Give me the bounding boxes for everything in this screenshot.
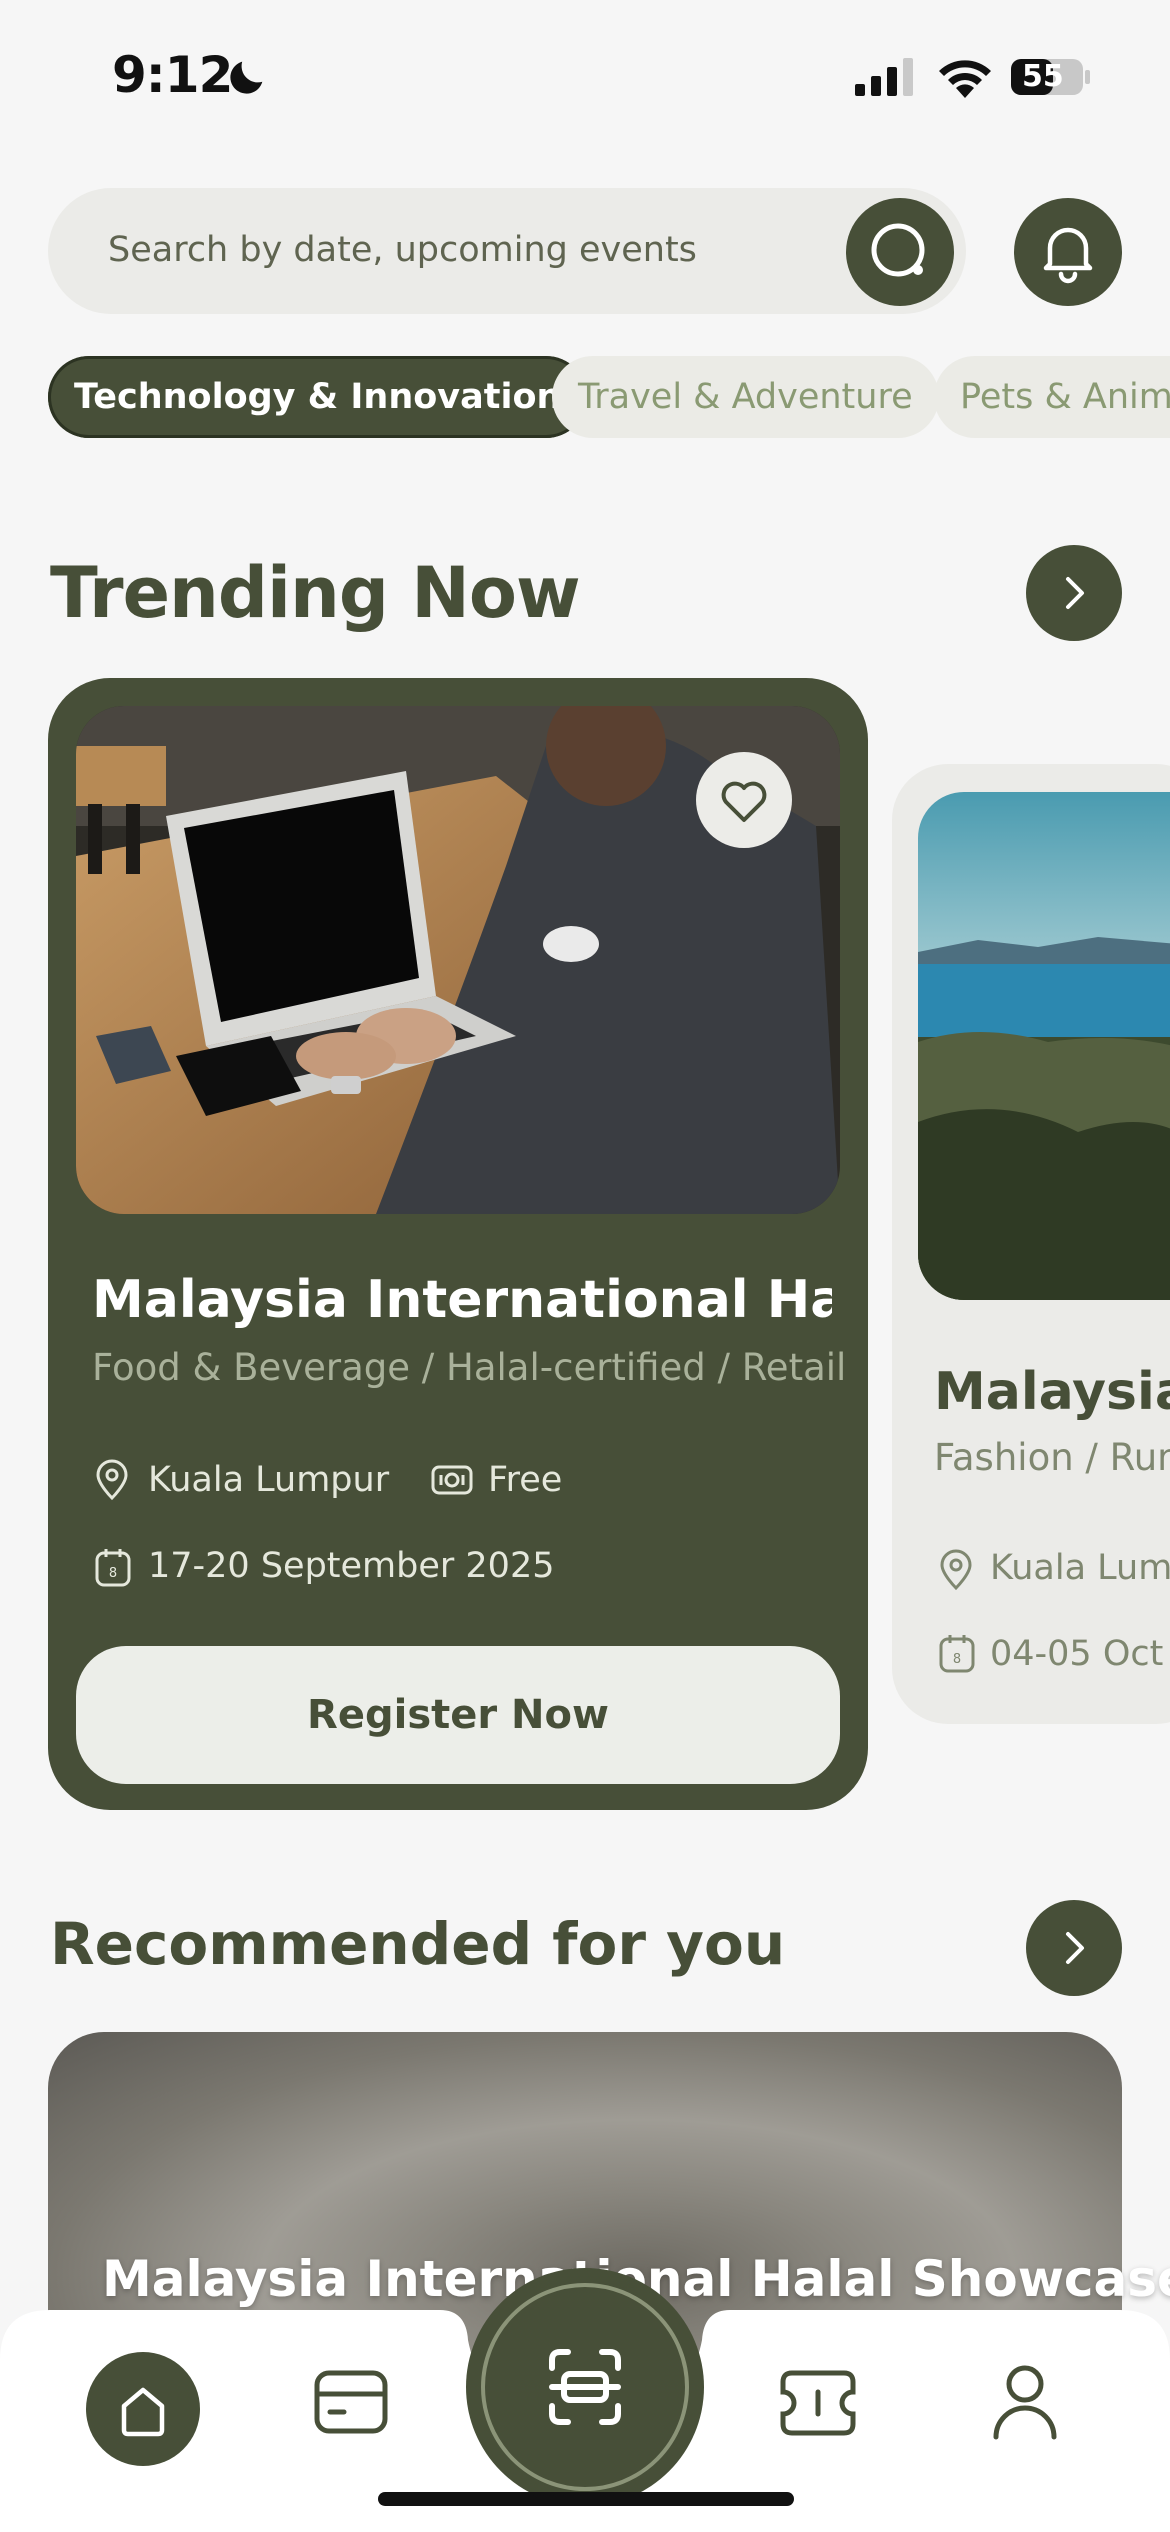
svg-text:8: 8 (109, 1566, 117, 1581)
calendar-icon: 8 (939, 1635, 975, 1673)
event-location: Kuala Lum (990, 1548, 1170, 1588)
moon-icon (230, 61, 263, 94)
event-image[interactable] (918, 792, 1170, 1300)
location-pin-icon (96, 1459, 128, 1501)
landscape-photo (918, 792, 1170, 1300)
calendar-icon: 8 (95, 1549, 131, 1587)
register-now-button[interactable]: Register Now (76, 1646, 840, 1784)
trending-title: Trending Now (50, 552, 581, 634)
event-date: 04-05 Oct (990, 1634, 1164, 1674)
chevron-right-icon (1066, 1932, 1084, 1964)
favorite-button[interactable] (696, 752, 792, 848)
chip-pets[interactable]: Pets & Anima (934, 356, 1170, 438)
nav-scan-button[interactable] (466, 2268, 704, 2506)
status-time: 9:12 (112, 46, 233, 104)
wifi-icon (939, 60, 991, 98)
home-icon (121, 2387, 165, 2437)
recommended-see-all-button[interactable] (1026, 1900, 1122, 1996)
location-pin-icon (940, 1549, 972, 1591)
battery-indicator: 55 (1010, 56, 1092, 98)
svg-text:8: 8 (953, 1652, 961, 1667)
event-title[interactable]: Malaysia (934, 1362, 1170, 1422)
event-tags: Fashion / Run (934, 1436, 1170, 1479)
ticket-icon[interactable] (780, 2370, 856, 2436)
battery-level: 55 (1022, 59, 1064, 94)
search-icon (871, 223, 925, 277)
chip-travel[interactable]: Travel & Adventure (552, 356, 939, 438)
bell-icon (1043, 227, 1093, 284)
nav-home[interactable] (86, 2352, 200, 2466)
home-indicator (378, 2492, 794, 2506)
card-icon[interactable] (314, 2370, 388, 2436)
chevron-right-icon (1066, 577, 1084, 609)
event-date: 17-20 September 2025 (148, 1546, 555, 1586)
signal-icon (855, 58, 913, 96)
event-price: Free (488, 1460, 563, 1500)
ticket-icon (431, 1465, 473, 1495)
search-button[interactable] (846, 198, 954, 306)
trending-see-all-button[interactable] (1026, 545, 1122, 641)
search-input[interactable]: Search by date, upcoming events (108, 230, 697, 270)
event-location: Kuala Lumpur (148, 1460, 390, 1500)
scan-icon (481, 2283, 689, 2491)
notifications-button[interactable] (1014, 198, 1122, 306)
event-title[interactable]: Malaysia International Hal... (92, 1270, 832, 1330)
chip-technology[interactable]: Technology & Innovation (48, 356, 588, 438)
profile-icon[interactable] (992, 2364, 1058, 2440)
heart-icon (721, 781, 767, 822)
recommended-title: Recommended for you (50, 1910, 786, 1978)
event-tags: Food & Beverage / Halal-certified / Reta… (92, 1346, 847, 1389)
